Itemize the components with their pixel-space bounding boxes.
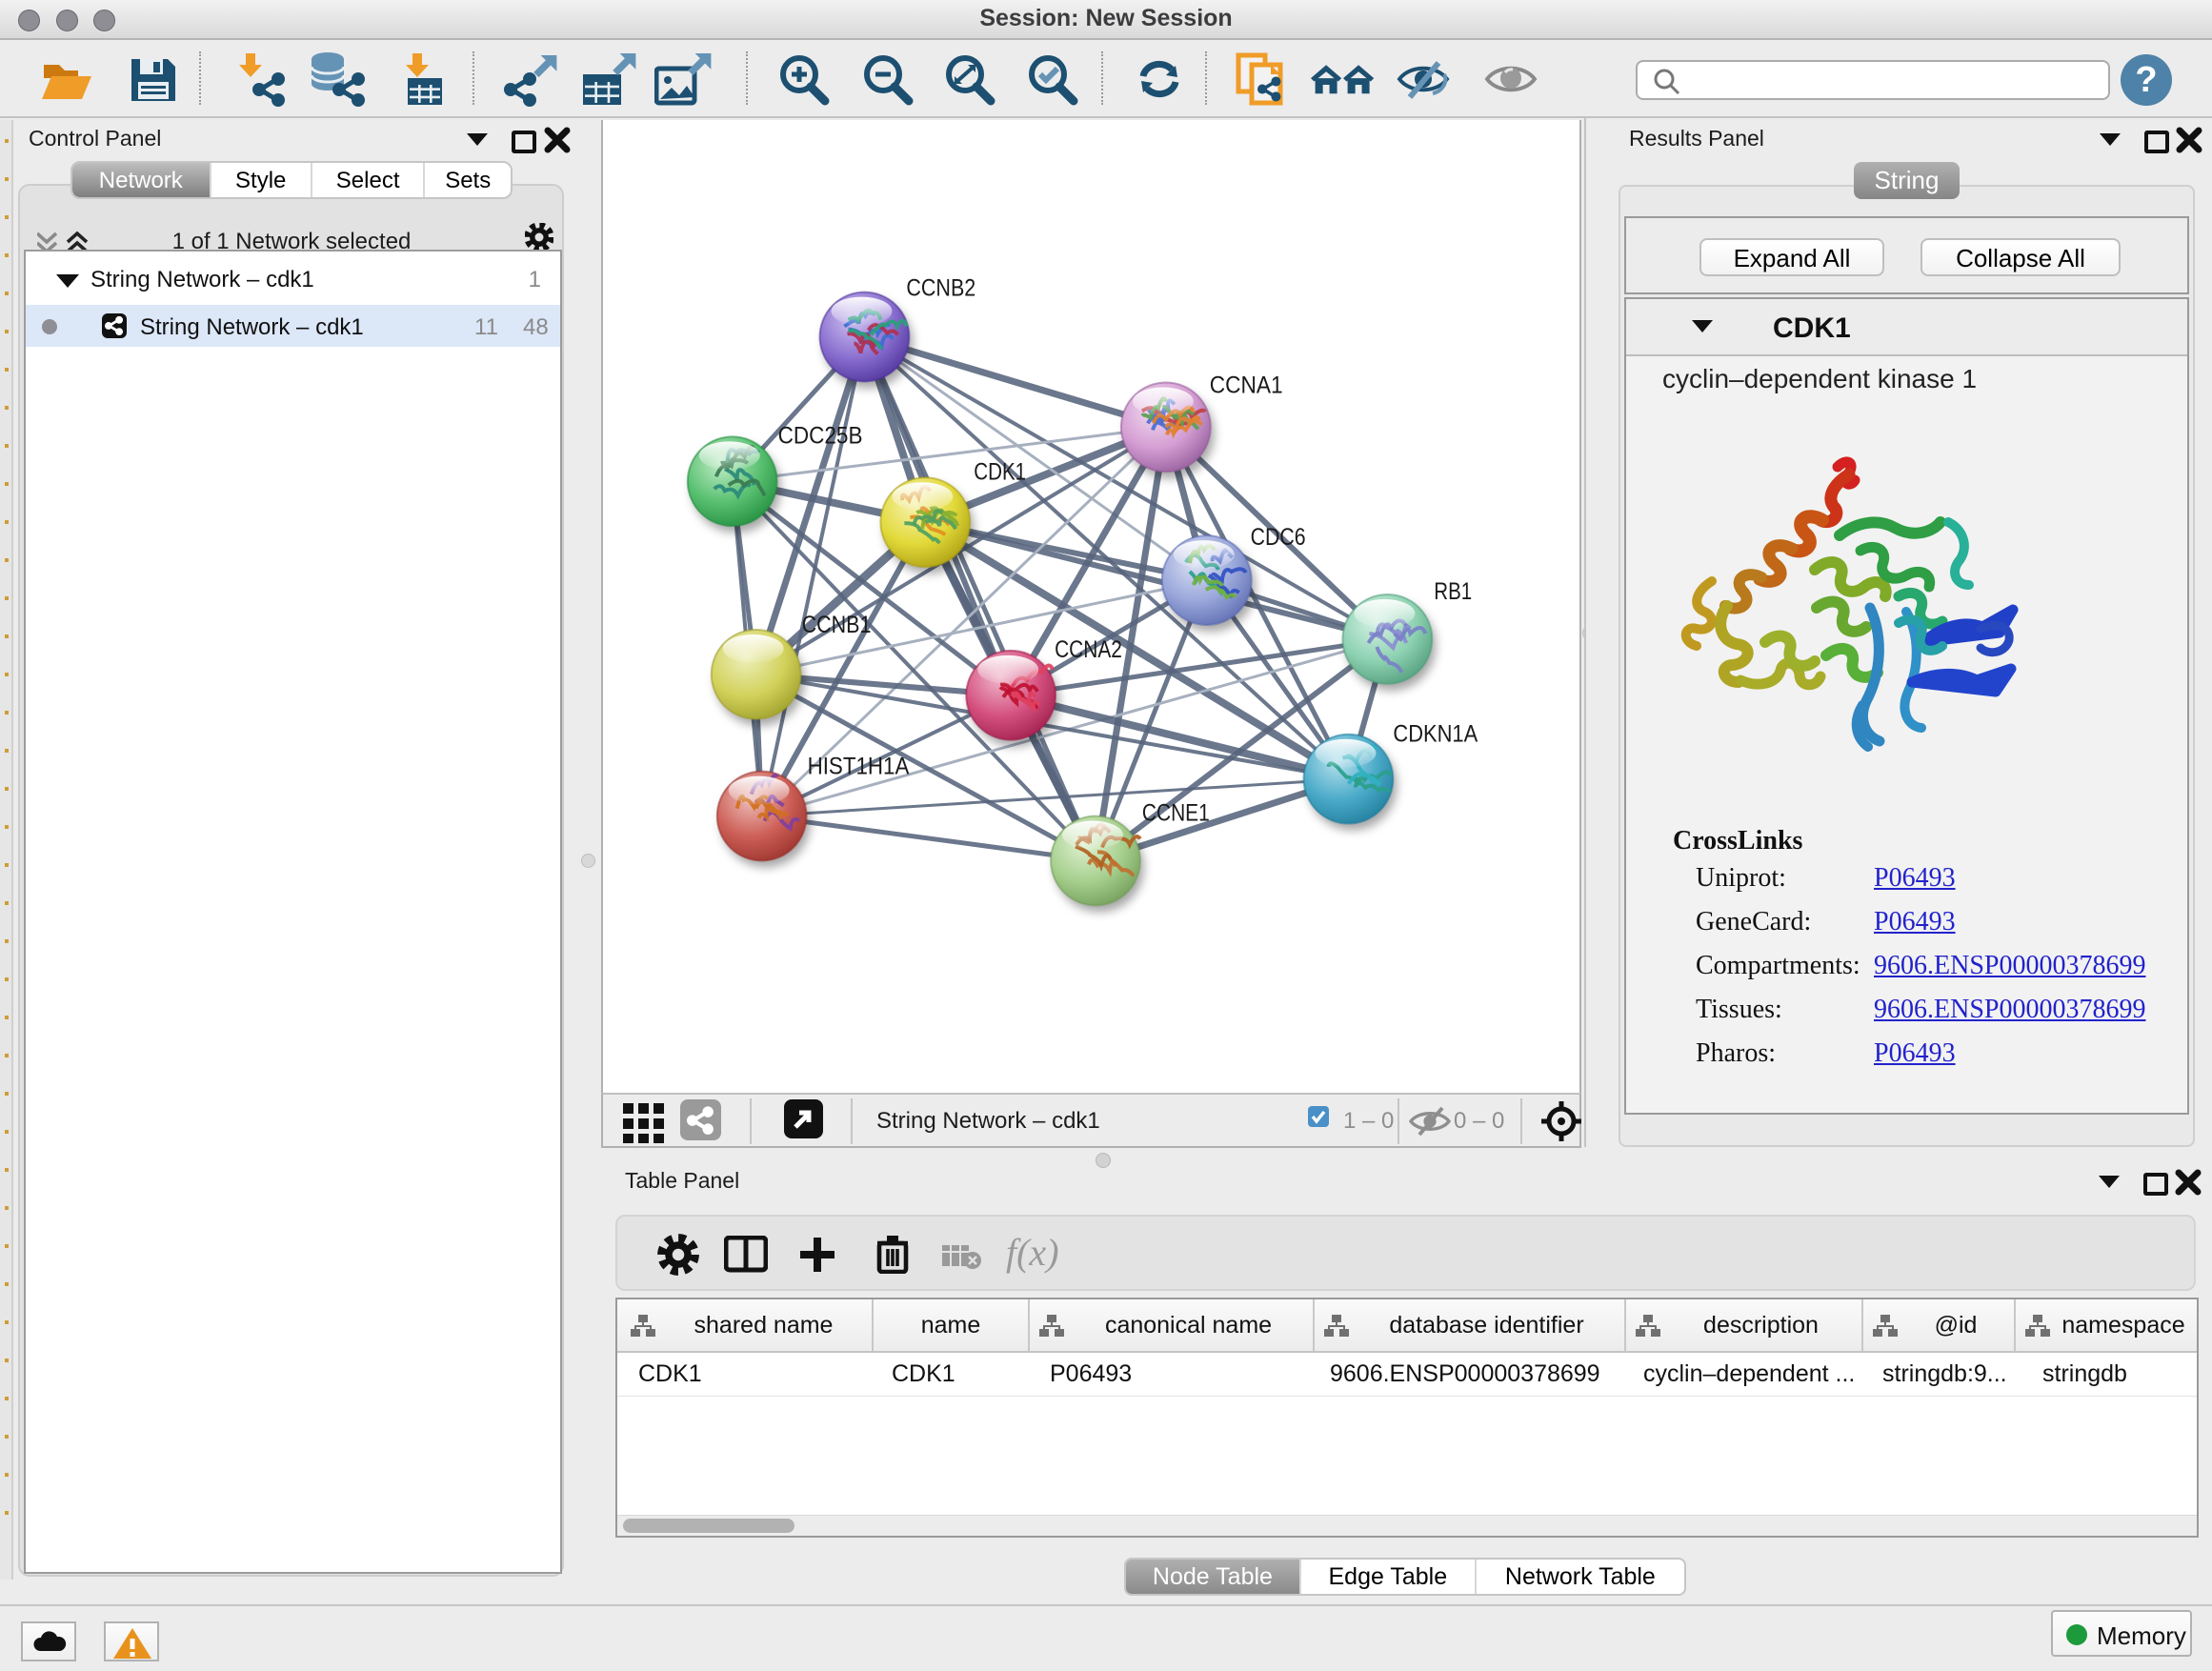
svg-text:CCNB2: CCNB2: [906, 275, 975, 302]
svg-text:CDK1: CDK1: [974, 458, 1026, 485]
svg-text:CCNE1: CCNE1: [1142, 800, 1210, 827]
svg-text:HIST1H1A: HIST1H1A: [808, 754, 910, 780]
svg-text:CCNA2: CCNA2: [1055, 636, 1122, 663]
svg-text:CCNA1: CCNA1: [1210, 372, 1283, 398]
svg-text:CDC6: CDC6: [1251, 524, 1306, 551]
svg-text:RB1: RB1: [1434, 578, 1472, 605]
svg-text:CDC25B: CDC25B: [778, 422, 863, 449]
svg-text:CDKN1A: CDKN1A: [1393, 721, 1478, 748]
svg-text:CCNB1: CCNB1: [802, 612, 872, 638]
svg-text:?: ?: [2135, 60, 2157, 100]
